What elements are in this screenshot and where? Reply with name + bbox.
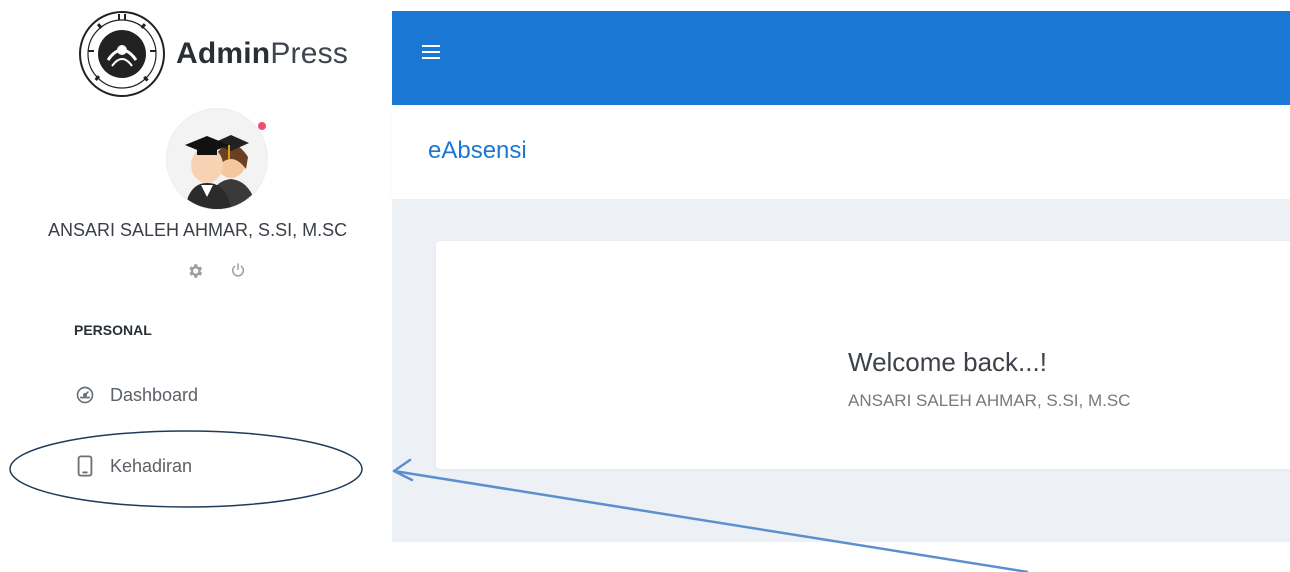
graduates-avatar-icon: [185, 135, 257, 209]
page-header: eAbsensi: [392, 105, 1290, 199]
brand-name-bold: Admin: [176, 37, 271, 70]
main-content: Welcome back...! ANSARI SALEH AHMAR, S.S…: [392, 199, 1290, 542]
hamburger-icon[interactable]: [422, 45, 440, 63]
university-seal-icon: [79, 11, 165, 97]
user-actions: [186, 262, 246, 280]
page-title: eAbsensi: [428, 137, 527, 164]
mobile-phone-icon: [74, 455, 96, 477]
user-name: ANSARI SALEH AHMAR, S.SI, M.SC: [48, 220, 348, 240]
welcome-user-name: ANSARI SALEH AHMAR, S.SI, M.SC: [848, 391, 1131, 410]
sidebar: AdminPress ANSARI SALEH AHMAR, S.SI, M.S…: [0, 0, 392, 572]
avatar[interactable]: [166, 108, 270, 212]
brand-name-light: Press: [270, 37, 349, 70]
brand-name: AdminPress: [176, 37, 348, 71]
welcome-title: Welcome back...!: [848, 347, 1047, 377]
power-icon[interactable]: [230, 262, 246, 280]
sidebar-item-kehadiran[interactable]: Kehadiran: [74, 455, 192, 477]
welcome-card: Welcome back...! ANSARI SALEH AHMAR, S.S…: [436, 241, 1290, 469]
sidebar-item-dashboard[interactable]: Dashboard: [74, 384, 198, 406]
status-dot: [258, 122, 266, 130]
sidebar-item-label: Kehadiran: [110, 455, 193, 476]
avatar-frame: [166, 108, 268, 210]
section-title-personal: PERSONAL: [74, 322, 152, 338]
sidebar-item-label: Dashboard: [110, 384, 199, 405]
gauge-icon: [74, 384, 96, 406]
brand[interactable]: AdminPress: [78, 10, 348, 98]
app-page: AdminPress ANSARI SALEH AHMAR, S.SI, M.S…: [0, 0, 1290, 572]
topbar: [392, 11, 1290, 105]
gear-icon[interactable]: [186, 262, 204, 280]
